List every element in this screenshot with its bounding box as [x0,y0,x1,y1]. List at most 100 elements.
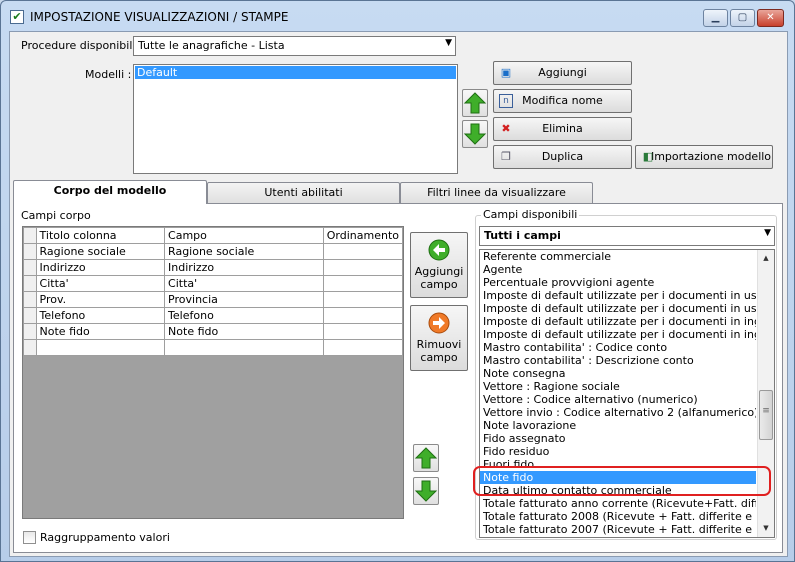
add-model-icon: ▣ [500,66,512,79]
elimina-button[interactable]: ✖ Elimina [493,117,632,141]
cell-titolo[interactable]: Ragione sociale [35,243,166,260]
tab-utenti-abilitati[interactable]: Utenti abilitati [207,182,400,203]
campo-disponibile-item[interactable]: Totale fatturato 2007 (Ricevute + Fatt. … [480,523,756,536]
cell-titolo[interactable] [35,339,166,356]
row-selector[interactable] [23,259,37,276]
scroll-thumb[interactable]: ≡ [759,390,773,440]
cell-ordinamento[interactable] [322,243,403,260]
cell-titolo[interactable]: Prov. [35,291,166,308]
row-header-corner [23,227,37,244]
campi-filter-value: Tutti i campi [484,229,561,242]
campi-corpo-table: Titolo colonna Campo Ordinamento Ragione… [23,227,403,356]
table-row[interactable]: Telefono Telefono [23,307,403,324]
cell-campo[interactable]: Telefono [164,307,324,324]
raggruppamento-checkbox[interactable] [23,531,36,544]
row-selector[interactable] [23,243,37,260]
cell-ordinamento[interactable] [322,323,403,340]
campo-disponibile-item[interactable]: Imposte di default utilizzate per i docu… [480,289,756,302]
minimize-button[interactable]: ▁ [703,9,728,27]
arrow-left-green-icon [428,239,450,261]
campo-disponibile-item[interactable]: Note consegna [480,367,756,380]
column-header-ordinamento[interactable]: Ordinamento [322,227,403,244]
modelli-listbox[interactable]: Default [133,64,458,174]
column-header-campo[interactable]: Campo [164,227,324,244]
campi-corpo-grid[interactable]: Titolo colonna Campo Ordinamento Ragione… [22,226,404,519]
cell-ordinamento[interactable] [322,259,403,276]
close-button[interactable]: ✕ [757,9,784,27]
maximize-button[interactable]: ▢ [730,9,755,27]
table-row[interactable]: Indirizzo Indirizzo [23,259,403,276]
modifica-nome-button[interactable]: n Modifica nome [493,89,632,113]
cell-ordinamento[interactable] [322,339,403,356]
cell-campo[interactable]: Provincia [164,291,324,308]
row-selector[interactable] [23,323,37,340]
field-move-down-button[interactable] [413,477,439,505]
aggiungi-campo-button[interactable]: Aggiungi campo [410,232,468,298]
campo-disponibile-item[interactable]: Vettore : Ragione sociale [480,380,756,393]
scroll-up-icon[interactable]: ▲ [758,250,774,267]
cell-titolo[interactable]: Citta' [35,275,166,292]
campo-disponibile-item[interactable]: Fido assegnato [480,432,756,445]
campo-disponibile-item[interactable]: Agente [480,263,756,276]
cell-ordinamento[interactable] [322,307,403,324]
cell-campo[interactable]: Note fido [164,323,324,340]
campo-disponibile-item[interactable]: Vettore invio : Codice alternativo 2 (al… [480,406,756,419]
tab-filtri-linee[interactable]: Filtri linee da visualizzare [400,182,593,203]
cell-titolo[interactable]: Indirizzo [35,259,166,276]
import-icon: ◧ [642,150,654,163]
app-check-icon: ✔ [10,10,24,24]
arrow-up-icon [414,447,438,469]
scroll-down-icon[interactable]: ▼ [758,520,774,537]
campo-disponibile-item[interactable]: Referente commerciale [480,250,756,263]
campo-disponibile-item[interactable]: Imposte di default utilizzate per i docu… [480,328,756,341]
table-row[interactable]: Citta' Citta' [23,275,403,292]
campo-disponibile-item[interactable]: Mastro contabilita' : Descrizione conto [480,354,756,367]
cell-campo[interactable]: Citta' [164,275,324,292]
campo-disponibile-item[interactable]: Totale fatturato anno corrente (Ricevute… [480,497,756,510]
duplica-button[interactable]: ❐ Duplica [493,145,632,169]
row-selector[interactable] [23,291,37,308]
client-area: Procedure disponibili : Tutte le anagraf… [9,31,788,557]
rimuovi-campo-button[interactable]: Rimuovi campo [410,305,468,371]
cell-titolo[interactable]: Note fido [35,323,166,340]
table-row[interactable]: Prov. Provincia [23,291,403,308]
title-bar[interactable]: ✔ IMPOSTAZIONE VISUALIZZAZIONI / STAMPE … [1,1,794,31]
column-header-titolo[interactable]: Titolo colonna [35,227,166,244]
procedure-select[interactable]: Tutte le anagrafiche - Lista ▼ [133,36,456,56]
row-selector[interactable] [23,339,37,356]
modelli-label: Modelli : [85,68,132,81]
aggiungi-campo-label-1: Aggiungi [414,265,464,278]
arrow-up-icon [463,92,487,114]
row-selector[interactable] [23,275,37,292]
row-selector[interactable] [23,307,37,324]
table-row[interactable]: Note fido Note fido [23,323,403,340]
campo-disponibile-item[interactable]: Totale fatturato 2008 (Ricevute + Fatt. … [480,510,756,523]
elimina-label: Elimina [542,122,583,135]
rimuovi-campo-label-1: Rimuovi [416,338,462,351]
campo-disponibile-item[interactable]: Imposte di default utilizzate per i docu… [480,315,756,328]
tab-corpo-del-modello[interactable]: Corpo del modello [13,180,207,204]
cell-ordinamento[interactable] [322,291,403,308]
main-window: ✔ IMPOSTAZIONE VISUALIZZAZIONI / STAMPE … [0,0,795,562]
table-row-new[interactable] [23,339,403,356]
cell-ordinamento[interactable] [322,275,403,292]
modelli-item-default[interactable]: Default [135,66,456,79]
aggiungi-button[interactable]: ▣ Aggiungi [493,61,632,85]
campo-disponibile-item[interactable]: Note lavorazione [480,419,756,432]
campi-filter-select[interactable]: Tutti i campi ▼ [479,226,775,246]
model-move-up-button[interactable] [462,89,488,117]
arrow-right-orange-icon [428,312,450,334]
cell-campo[interactable]: Indirizzo [164,259,324,276]
importazione-modello-button[interactable]: ◧ Importazione modello [635,145,773,169]
cell-campo[interactable]: Ragione sociale [164,243,324,260]
model-move-down-button[interactable] [462,120,488,148]
campo-disponibile-item[interactable]: Percentuale provvigioni agente [480,276,756,289]
campo-disponibile-item[interactable]: Imposte di default utilizzate per i docu… [480,302,756,315]
field-move-up-button[interactable] [413,444,439,472]
campo-disponibile-item[interactable]: Mastro contabilita' : Codice conto [480,341,756,354]
campo-disponibile-item[interactable]: Vettore : Codice alternativo (numerico) [480,393,756,406]
cell-campo[interactable] [164,339,324,356]
campo-disponibile-item[interactable]: Fido residuo [480,445,756,458]
cell-titolo[interactable]: Telefono [35,307,166,324]
table-row[interactable]: Ragione sociale Ragione sociale [23,243,403,260]
